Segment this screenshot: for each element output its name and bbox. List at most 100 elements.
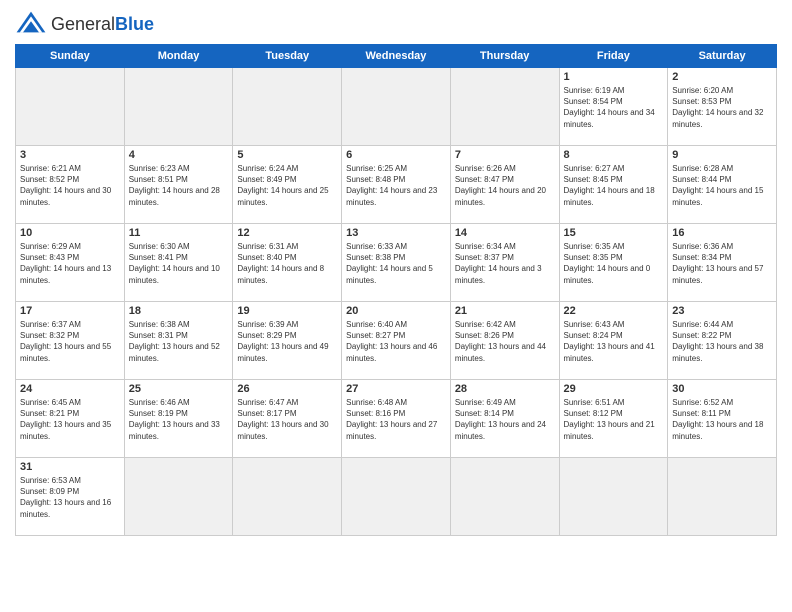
weekday-monday: Monday: [124, 45, 233, 68]
calendar-cell: 17 Sunrise: 6:37 AMSunset: 8:32 PMDayligh…: [16, 302, 125, 380]
day-number: 19: [237, 305, 337, 317]
day-number: 24: [20, 383, 120, 395]
day-number: 6: [346, 149, 446, 161]
weekday-saturday: Saturday: [668, 45, 777, 68]
calendar-cell: 12 Sunrise: 6:31 AMSunset: 8:40 PMDayligh…: [233, 224, 342, 302]
day-number: 28: [455, 383, 555, 395]
weekday-thursday: Thursday: [450, 45, 559, 68]
calendar-cell: 18Sunrise: 6:38 AMSunset: 8:31 PMDayligh…: [124, 302, 233, 380]
calendar-cell: 1 Sunrise: 6:19 AMSunset: 8:54 PMDaylight…: [559, 68, 668, 146]
calendar-cell: 14 Sunrise: 6:34 AMSunset: 8:37 PMDayligh…: [450, 224, 559, 302]
day-number: 23: [672, 305, 772, 317]
day-number: 1: [564, 71, 664, 83]
day-info: Sunrise: 6:43 AMSunset: 8:24 PMDaylight:…: [564, 319, 664, 364]
week-row-3: 10Sunrise: 6:29 AMSunset: 8:43 PMDayligh…: [16, 224, 777, 302]
day-info: Sunrise: 6:45 AMSunset: 8:21 PMDaylight:…: [20, 397, 120, 442]
day-info: Sunrise: 6:53 AMSunset: 8:09 PMDaylight:…: [20, 475, 120, 520]
page: GeneralBlue SundayMondayTuesdayWednesday…: [0, 0, 792, 612]
calendar-cell: 16Sunrise: 6:36 AMSunset: 8:34 PMDayligh…: [668, 224, 777, 302]
day-info: Sunrise: 6:35 AMSunset: 8:35 PMDaylight:…: [564, 241, 664, 286]
calendar-cell: [233, 458, 342, 536]
day-info: Sunrise: 6:33 AMSunset: 8:38 PMDaylight:…: [346, 241, 446, 286]
day-number: 27: [346, 383, 446, 395]
calendar-cell: 30Sunrise: 6:52 AMSunset: 8:11 PMDayligh…: [668, 380, 777, 458]
day-info: Sunrise: 6:25 AMSunset: 8:48 PMDaylight:…: [346, 163, 446, 208]
calendar-cell: 9 Sunrise: 6:28 AMSunset: 8:44 PMDaylight…: [668, 146, 777, 224]
calendar-cell: [668, 458, 777, 536]
week-row-2: 3Sunrise: 6:21 AMSunset: 8:52 PMDaylight…: [16, 146, 777, 224]
calendar-cell: 31 Sunrise: 6:53 AMSunset: 8:09 PMDayligh…: [16, 458, 125, 536]
day-number: 15: [564, 227, 664, 239]
day-info: Sunrise: 6:37 AMSunset: 8:32 PMDaylight:…: [20, 319, 120, 364]
weekday-sunday: Sunday: [16, 45, 125, 68]
day-number: 13: [346, 227, 446, 239]
calendar-cell: [342, 458, 451, 536]
day-number: 8: [564, 149, 664, 161]
day-number: 30: [672, 383, 772, 395]
day-number: 14: [455, 227, 555, 239]
day-info: Sunrise: 6:44 AMSunset: 8:22 PMDaylight:…: [672, 319, 772, 364]
day-info: Sunrise: 6:47 AMSunset: 8:17 PMDaylight:…: [237, 397, 337, 442]
day-number: 17: [20, 305, 120, 317]
calendar-cell: [16, 68, 125, 146]
day-number: 10: [20, 227, 120, 239]
calendar-cell: [233, 68, 342, 146]
calendar-cell: 20Sunrise: 6:40 AMSunset: 8:27 PMDayligh…: [342, 302, 451, 380]
calendar-cell: [342, 68, 451, 146]
calendar-cell: 25 Sunrise: 6:46 AMSunset: 8:19 PMDayligh…: [124, 380, 233, 458]
day-number: 29: [564, 383, 664, 395]
calendar-cell: 4 Sunrise: 6:23 AMSunset: 8:51 PMDaylight…: [124, 146, 233, 224]
day-number: 11: [129, 227, 229, 239]
day-info: Sunrise: 6:40 AMSunset: 8:27 PMDaylight:…: [346, 319, 446, 364]
calendar-cell: 29Sunrise: 6:51 AMSunset: 8:12 PMDayligh…: [559, 380, 668, 458]
calendar-cell: [124, 458, 233, 536]
calendar-cell: 19 Sunrise: 6:39 AMSunset: 8:29 PMDayligh…: [233, 302, 342, 380]
logo-text: GeneralBlue: [51, 14, 154, 35]
day-info: Sunrise: 6:28 AMSunset: 8:44 PMDaylight:…: [672, 163, 772, 208]
day-info: Sunrise: 6:27 AMSunset: 8:45 PMDaylight:…: [564, 163, 664, 208]
day-number: 22: [564, 305, 664, 317]
day-number: 25: [129, 383, 229, 395]
day-number: 4: [129, 149, 229, 161]
day-info: Sunrise: 6:36 AMSunset: 8:34 PMDaylight:…: [672, 241, 772, 286]
day-info: Sunrise: 6:31 AMSunset: 8:40 PMDaylight:…: [237, 241, 337, 286]
day-info: Sunrise: 6:48 AMSunset: 8:16 PMDaylight:…: [346, 397, 446, 442]
calendar-cell: 22 Sunrise: 6:43 AMSunset: 8:24 PMDayligh…: [559, 302, 668, 380]
calendar-cell: 3Sunrise: 6:21 AMSunset: 8:52 PMDaylight…: [16, 146, 125, 224]
logo: GeneralBlue: [15, 10, 154, 38]
week-row-6: 31 Sunrise: 6:53 AMSunset: 8:09 PMDayligh…: [16, 458, 777, 536]
week-row-4: 17 Sunrise: 6:37 AMSunset: 8:32 PMDayligh…: [16, 302, 777, 380]
calendar-cell: 23 Sunrise: 6:44 AMSunset: 8:22 PMDayligh…: [668, 302, 777, 380]
weekday-friday: Friday: [559, 45, 668, 68]
day-info: Sunrise: 6:49 AMSunset: 8:14 PMDaylight:…: [455, 397, 555, 442]
calendar-cell: 24 Sunrise: 6:45 AMSunset: 8:21 PMDayligh…: [16, 380, 125, 458]
calendar-cell: [124, 68, 233, 146]
calendar-cell: [450, 68, 559, 146]
day-info: Sunrise: 6:46 AMSunset: 8:19 PMDaylight:…: [129, 397, 229, 442]
calendar-cell: [450, 458, 559, 536]
day-number: 21: [455, 305, 555, 317]
calendar-cell: 6 Sunrise: 6:25 AMSunset: 8:48 PMDaylight…: [342, 146, 451, 224]
calendar-cell: 5 Sunrise: 6:24 AMSunset: 8:49 PMDaylight…: [233, 146, 342, 224]
calendar-cell: 2Sunrise: 6:20 AMSunset: 8:53 PMDaylight…: [668, 68, 777, 146]
day-info: Sunrise: 6:34 AMSunset: 8:37 PMDaylight:…: [455, 241, 555, 286]
weekday-wednesday: Wednesday: [342, 45, 451, 68]
day-info: Sunrise: 6:23 AMSunset: 8:51 PMDaylight:…: [129, 163, 229, 208]
day-number: 12: [237, 227, 337, 239]
calendar-cell: 8 Sunrise: 6:27 AMSunset: 8:45 PMDaylight…: [559, 146, 668, 224]
day-number: 5: [237, 149, 337, 161]
calendar-cell: 27 Sunrise: 6:48 AMSunset: 8:16 PMDayligh…: [342, 380, 451, 458]
calendar-cell: [559, 458, 668, 536]
calendar-cell: 21 Sunrise: 6:42 AMSunset: 8:26 PMDayligh…: [450, 302, 559, 380]
calendar-cell: 26Sunrise: 6:47 AMSunset: 8:17 PMDayligh…: [233, 380, 342, 458]
day-number: 9: [672, 149, 772, 161]
day-number: 2: [672, 71, 772, 83]
day-info: Sunrise: 6:42 AMSunset: 8:26 PMDaylight:…: [455, 319, 555, 364]
week-row-1: 1 Sunrise: 6:19 AMSunset: 8:54 PMDaylight…: [16, 68, 777, 146]
day-info: Sunrise: 6:24 AMSunset: 8:49 PMDaylight:…: [237, 163, 337, 208]
day-info: Sunrise: 6:38 AMSunset: 8:31 PMDaylight:…: [129, 319, 229, 364]
day-info: Sunrise: 6:39 AMSunset: 8:29 PMDaylight:…: [237, 319, 337, 364]
day-info: Sunrise: 6:19 AMSunset: 8:54 PMDaylight:…: [564, 85, 664, 130]
day-info: Sunrise: 6:30 AMSunset: 8:41 PMDaylight:…: [129, 241, 229, 286]
day-number: 31: [20, 461, 120, 473]
